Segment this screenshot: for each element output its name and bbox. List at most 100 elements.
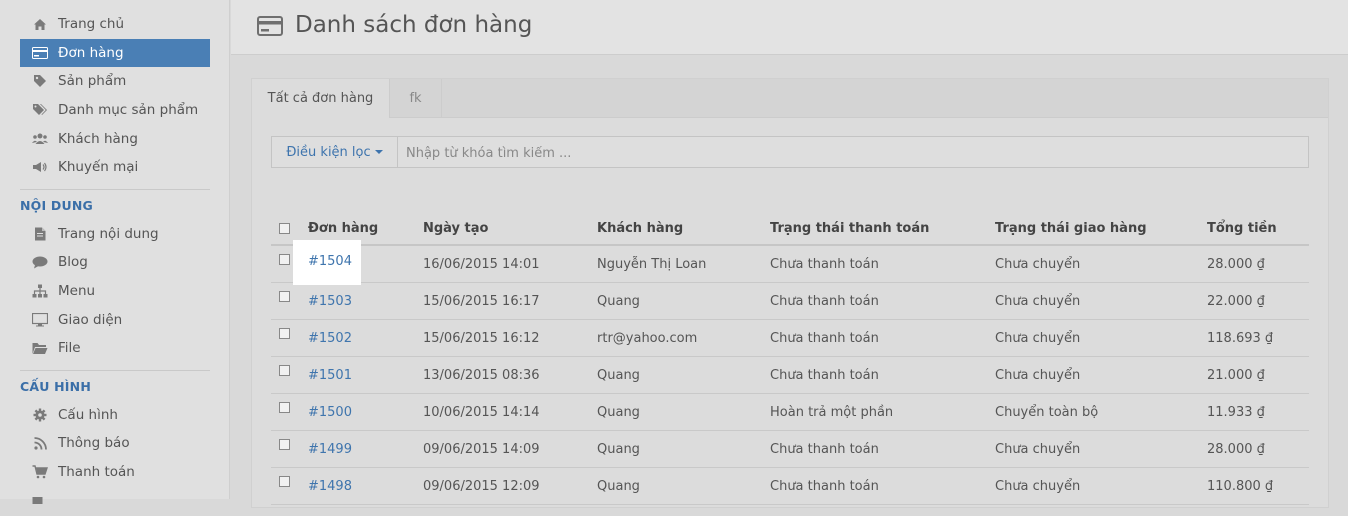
order-total: 28.000 ₫ (1207, 441, 1265, 457)
order-link[interactable]: #1502 (308, 331, 352, 346)
sidebar-item-label: Cấu hình (58, 407, 118, 423)
table-cell: 21.000 ₫ (1207, 357, 1265, 393)
folder-icon (32, 340, 48, 356)
shipping-status: Chưa chuyển (995, 330, 1081, 346)
sidebar-item-themes[interactable]: Giao diện (20, 306, 210, 334)
sitemap-icon (32, 283, 48, 299)
customer-name: Nguyễn Thị Loan (597, 256, 707, 272)
table-cell: Nguyễn Thị Loan (597, 246, 706, 282)
table-cell: Chưa thanh toán (770, 431, 879, 467)
order-date: 16/06/2015 14:01 (423, 256, 540, 272)
table-row[interactable]: #1498 09/06/2015 12:09 Quang Chưa thanh toá… (271, 468, 1309, 505)
order-link[interactable]: #1503 (308, 294, 352, 309)
sidebar-item-label: Giao diện (58, 312, 123, 328)
shipping-status: Chưa chuyển (995, 256, 1081, 272)
monitor-icon (32, 312, 48, 328)
order-date: 15/06/2015 16:12 (423, 330, 540, 346)
row-checkbox[interactable] (279, 364, 290, 376)
order-total: 118.693 ₫ (1207, 330, 1274, 346)
shipping-status: Chưa chuyển (995, 367, 1081, 383)
sidebar-item-pages[interactable]: Trang nội dung (20, 220, 210, 248)
row-checkbox[interactable] (279, 438, 290, 450)
sidebar-item-products[interactable]: Sản phẩm (20, 67, 210, 95)
order-date: 09/06/2015 12:09 (423, 478, 540, 494)
customer-name: Quang (597, 404, 640, 420)
payment-status: Chưa thanh toán (770, 330, 879, 346)
sidebar-item-menu[interactable]: Menu (20, 277, 210, 305)
search-input[interactable] (398, 137, 1316, 169)
column-header-customer[interactable]: Khách hàng (597, 213, 683, 244)
sidebar-item-label: Khách hàng (58, 131, 138, 147)
table-row[interactable]: #1503 15/06/2015 16:17 Quang Chưa thanh toá… (271, 283, 1309, 320)
checkbox-cell (279, 241, 290, 277)
row-checkbox[interactable] (279, 327, 290, 339)
tab-label: Tất cả đơn hàng (267, 91, 374, 106)
table-row[interactable]: #1499 09/06/2015 14:09 Quang Chưa thanh toá… (271, 431, 1309, 468)
table-row[interactable]: #1504 16/06/2015 14:01 Nguyễn Thị Loan Chưa… (271, 246, 1309, 283)
table-cell: 15/06/2015 16:12 (423, 320, 540, 356)
sidebar-item-customers[interactable]: Khách hàng (20, 125, 210, 153)
filter-conditions-button[interactable]: Điều kiện lọc (272, 137, 398, 167)
table-cell: Quang (597, 283, 640, 319)
table-cell: Chưa thanh toán (770, 283, 879, 319)
sidebar-item-categories[interactable]: Danh mục sản phẩm (20, 96, 210, 124)
sidebar-item-label: Thông báo (58, 435, 130, 451)
sidebar-item-partial[interactable] (20, 488, 210, 516)
column-header-shipping-status[interactable]: Trạng thái giao hàng (995, 213, 1147, 244)
sidebar-item-orders[interactable]: Đơn hàng (20, 39, 210, 67)
caret-down-icon (374, 150, 383, 154)
order-date: 10/06/2015 14:14 (423, 404, 540, 420)
sidebar-item-settings[interactable]: Cấu hình (20, 401, 210, 429)
table-row[interactable]: #1502 15/06/2015 16:12 rtr@yahoo.com Chưa t… (271, 320, 1309, 357)
order-date: 15/06/2015 16:17 (423, 293, 540, 309)
order-link[interactable]: #1500 (308, 405, 352, 420)
table-cell: 118.693 ₫ (1207, 320, 1273, 356)
table-cell: #1502 (308, 320, 352, 356)
shipping-status: Chưa chuyển (995, 478, 1081, 494)
filter-button-label: Điều kiện lọc (286, 144, 371, 160)
tab-all-orders[interactable]: Tất cả đơn hàng (252, 79, 390, 118)
column-header-total[interactable]: Tổng tiền (1207, 213, 1277, 244)
order-total: 28.000 ₫ (1207, 256, 1265, 272)
table-cell: Quang (597, 394, 640, 430)
table-row[interactable]: #1501 13/06/2015 08:36 Quang Chưa thanh toá… (271, 357, 1309, 394)
order-total: 21.000 ₫ (1207, 367, 1265, 383)
row-checkbox[interactable] (279, 290, 290, 302)
sidebar-item-home[interactable]: Trang chủ (20, 10, 210, 38)
cart-icon (32, 464, 48, 480)
customer-name: rtr@yahoo.com (597, 330, 698, 346)
order-link[interactable]: #1499 (308, 442, 352, 457)
sidebar-item-label: Blog (58, 254, 88, 270)
sidebar-item-label: Sản phẩm (58, 73, 127, 89)
sidebar-item-promotions[interactable]: Khuyến mại (20, 153, 210, 181)
checkbox-cell (279, 389, 290, 425)
payment-status: Chưa thanh toán (770, 367, 879, 383)
highlight-box: #1504 (293, 240, 361, 285)
shipping-status: Chưa chuyển (995, 441, 1081, 457)
table-cell: Chưa thanh toán (770, 357, 879, 393)
sidebar-item-blog[interactable]: Blog (20, 248, 210, 276)
select-all-checkbox[interactable] (279, 223, 290, 234)
sidebar-item-notifications[interactable]: Thông báo (20, 429, 210, 457)
row-checkbox[interactable] (279, 253, 290, 265)
sidebar-item-files[interactable]: File (20, 334, 210, 362)
table-cell: 16/06/2015 14:01 (423, 246, 540, 282)
megaphone-icon (32, 159, 48, 175)
checkbox-cell (279, 278, 290, 314)
order-link[interactable]: #1498 (308, 479, 352, 494)
column-header-date[interactable]: Ngày tạo (423, 213, 488, 244)
checkbox-cell (279, 352, 290, 388)
row-checkbox[interactable] (279, 475, 290, 487)
sidebar-item-payments[interactable]: Thanh toán (20, 458, 210, 486)
column-header-payment-status[interactable]: Trạng thái thanh toán (770, 213, 929, 244)
order-link[interactable]: #1501 (308, 368, 352, 383)
row-checkbox[interactable] (279, 401, 290, 413)
table-row[interactable]: #1500 10/06/2015 14:14 Quang Hoàn trả một p… (271, 394, 1309, 431)
order-link-highlighted[interactable]: #1504 (308, 254, 352, 269)
order-total: 11.933 ₫ (1207, 404, 1265, 420)
page-title: Danh sách đơn hàng (295, 12, 533, 38)
checkbox-cell (279, 315, 290, 351)
payment-status: Chưa thanh toán (770, 293, 879, 309)
tab-fk[interactable]: fk (390, 79, 442, 117)
table-cell: Chuyển toàn bộ (995, 394, 1098, 430)
